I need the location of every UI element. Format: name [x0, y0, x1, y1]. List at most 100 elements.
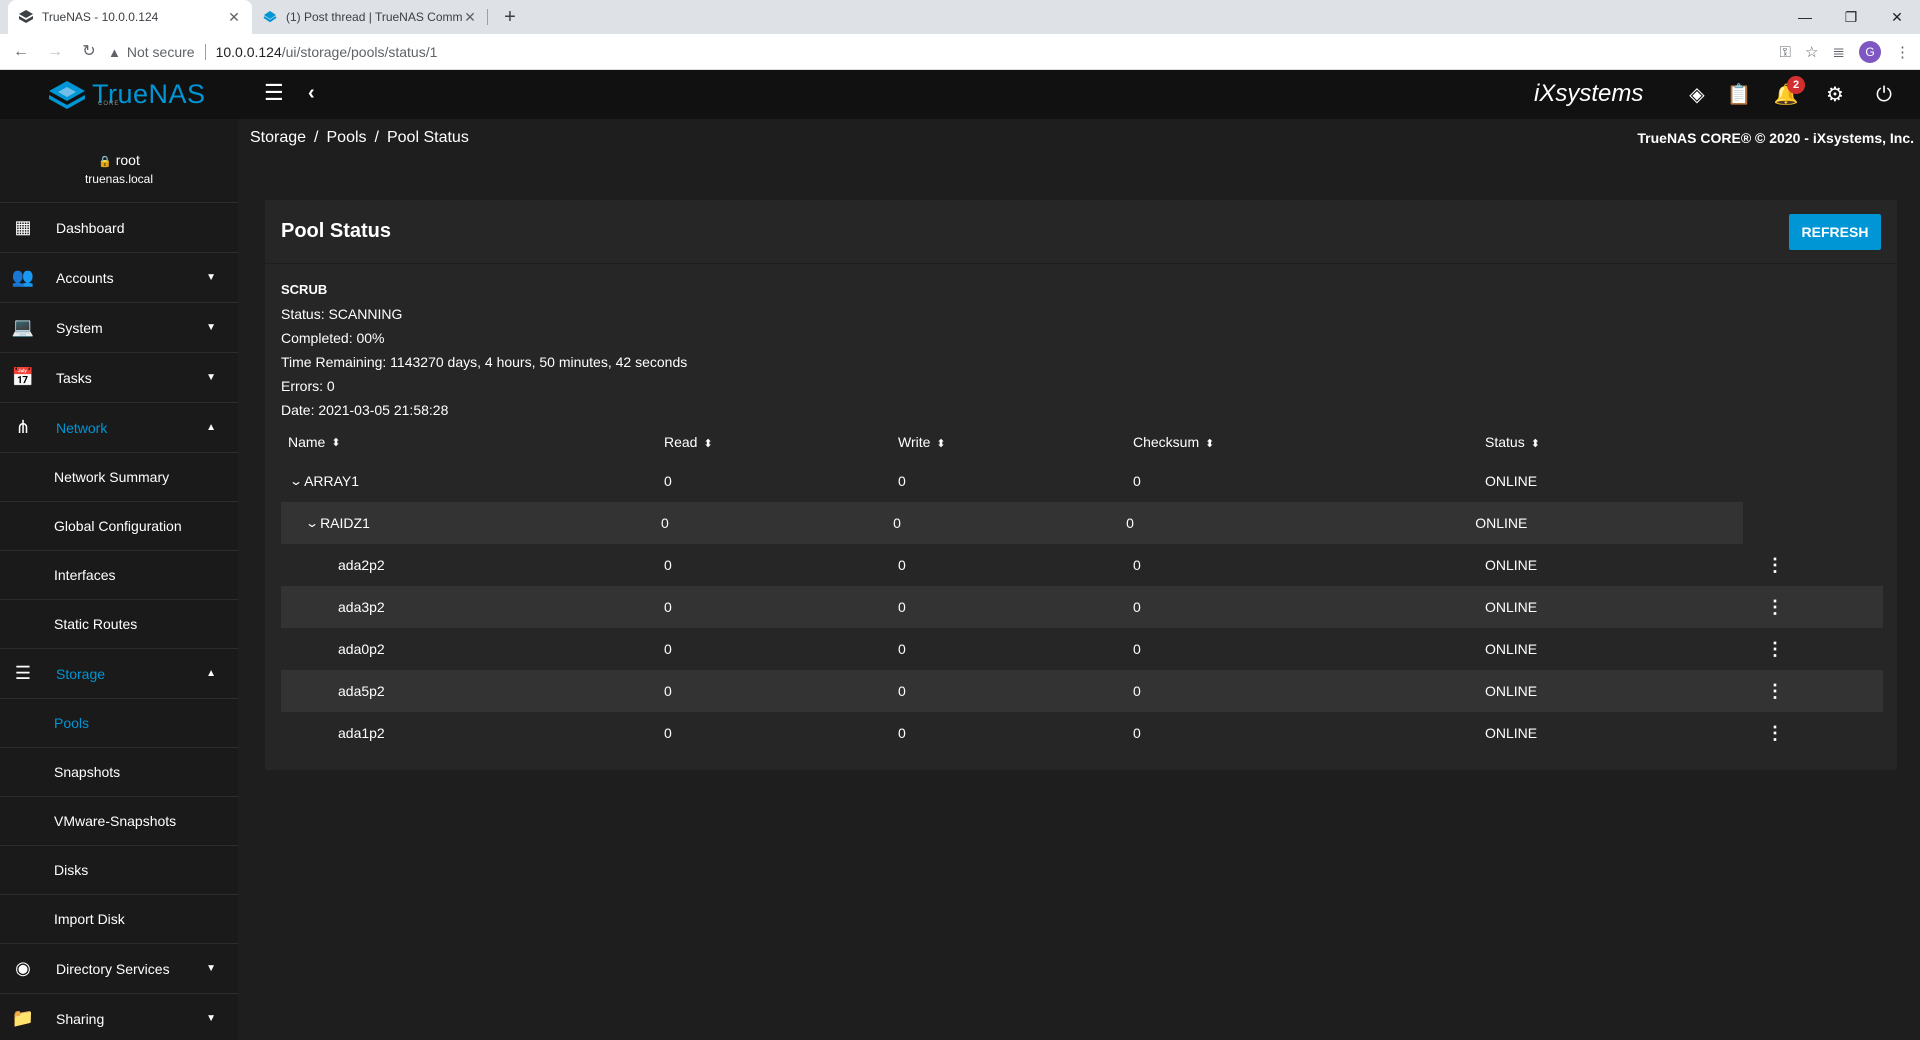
- more-menu-icon[interactable]: ⋮: [1895, 43, 1910, 61]
- row-status: ONLINE: [1485, 725, 1538, 741]
- directory-icon: ◉: [15, 958, 31, 978]
- chevron-down-icon[interactable]: ⌄: [289, 474, 303, 488]
- breadcrumb-separator: /: [314, 129, 319, 146]
- sidebar-item-accounts[interactable]: 👥 Accounts ▼: [0, 253, 238, 303]
- table-row[interactable]: ada3p2 0 0 0 ONLINE ⋮: [281, 586, 1883, 628]
- breadcrumb-pools[interactable]: Pools: [327, 129, 367, 146]
- chevron-down-icon[interactable]: ⌄: [305, 516, 319, 530]
- settings-gear-icon[interactable]: ⚙: [1822, 82, 1848, 108]
- sidebar-item-storage[interactable]: ☰ Storage ▲: [0, 649, 238, 699]
- back-arrow-icon[interactable]: ←: [8, 39, 34, 65]
- minimize-icon[interactable]: —: [1782, 0, 1828, 34]
- row-name: ⌄ ARRAY1: [281, 473, 664, 489]
- sort-icon: ⬍: [331, 436, 341, 449]
- power-icon[interactable]: ⏻: [1871, 82, 1897, 108]
- more-vert-icon[interactable]: ⋮: [1755, 723, 1795, 744]
- close-tab-icon[interactable]: ✕: [462, 9, 478, 26]
- row-name: ada0p2: [338, 641, 385, 657]
- bell-icon[interactable]: 🔔 2: [1773, 76, 1805, 108]
- sidebar-item-network[interactable]: ⋔ Network ▲: [0, 403, 238, 453]
- reload-icon[interactable]: ↻: [76, 39, 102, 65]
- close-window-icon[interactable]: ✕: [1874, 0, 1920, 34]
- table-row[interactable]: ⌄ ARRAY1 0 0 0 ONLINE: [281, 460, 1883, 502]
- sidebar-subitem-global-configuration[interactable]: Global Configuration: [0, 502, 238, 551]
- browser-tab-truenas[interactable]: TrueNAS - 10.0.0.124 ✕: [8, 0, 252, 34]
- tab-title: (1) Post thread | TrueNAS Comm: [286, 10, 462, 24]
- hamburger-menu-icon[interactable]: ☰: [264, 81, 288, 105]
- breadcrumb: Storage / Pools / Pool Status: [250, 129, 469, 147]
- hostname: truenas.local: [84, 172, 154, 186]
- column-header-status[interactable]: Status ⬍: [1485, 434, 1755, 450]
- calendar-icon: 📅: [11, 367, 35, 387]
- table-row[interactable]: ada2p2 0 0 0 ONLINE ⋮: [281, 544, 1883, 586]
- key-icon[interactable]: ⚿: [1780, 44, 1791, 61]
- sidebar-subitem-disks[interactable]: Disks: [0, 846, 238, 895]
- sidebar-item-tasks[interactable]: 📅 Tasks ▼: [0, 353, 238, 403]
- sidebar-item-sharing[interactable]: 📁 Sharing ▼: [0, 994, 238, 1040]
- truenas-logo[interactable]: TrueNAS: [48, 79, 206, 110]
- network-icon: ⋔: [15, 417, 31, 437]
- username: root: [115, 152, 140, 168]
- sidebar-subitem-interfaces[interactable]: Interfaces: [0, 551, 238, 600]
- sidebar-subitem-import-disk[interactable]: Import Disk: [0, 895, 238, 944]
- row-write: 0: [898, 599, 906, 615]
- collapse-chevron-icon[interactable]: ‹: [308, 81, 332, 105]
- column-label: Name: [288, 434, 326, 450]
- new-tab-button[interactable]: +: [498, 5, 522, 29]
- forward-arrow-icon[interactable]: →: [42, 39, 68, 65]
- brand-edition: CORE: [98, 101, 120, 107]
- profile-avatar[interactable]: G: [1859, 41, 1881, 63]
- row-name: ada2p2: [338, 557, 385, 573]
- column-header-read[interactable]: Read ⬍: [664, 434, 898, 450]
- row-name: ada1p2: [338, 725, 385, 741]
- url-text: 10.0.0.124/ui/storage/pools/status/1: [216, 44, 438, 60]
- browser-actions: ⚿ ☆ ≣ G ⋮: [1780, 34, 1910, 70]
- tab-title: TrueNAS - 10.0.0.124: [42, 10, 159, 24]
- sidebar-subitem-snapshots[interactable]: Snapshots: [0, 748, 238, 797]
- table-header: Name ⬍ Read ⬍ Write ⬍ Checksum ⬍ Status ⬍: [281, 424, 1883, 460]
- sidebar: 🔒 root truenas.local ▦ Dashboard 👥 Accou…: [0, 119, 238, 1040]
- breadcrumb-separator: /: [374, 129, 379, 146]
- row-status: ONLINE: [1485, 683, 1538, 699]
- clipboard-icon[interactable]: 📋: [1726, 82, 1752, 108]
- breadcrumb-storage[interactable]: Storage: [250, 129, 306, 146]
- table-row[interactable]: ada5p2 0 0 0 ONLINE ⋮: [281, 670, 1883, 712]
- table-row[interactable]: ada0p2 0 0 0 ONLINE ⋮: [281, 628, 1883, 670]
- restore-icon[interactable]: ❐: [1828, 0, 1874, 34]
- caret-up-icon: ▲: [206, 422, 216, 433]
- close-tab-icon[interactable]: ✕: [226, 9, 242, 26]
- refresh-button[interactable]: REFRESH: [1789, 213, 1881, 250]
- sidebar-subitem-pools[interactable]: Pools: [0, 699, 238, 748]
- column-header-checksum[interactable]: Checksum ⬍: [1133, 434, 1485, 450]
- more-vert-icon[interactable]: ⋮: [1755, 681, 1795, 702]
- main-content: Storage / Pools / Pool Status TrueNAS CORE® …: [238, 119, 1920, 1040]
- sidebar-subitem-vmware-snapshots[interactable]: VMware-Snapshots: [0, 797, 238, 846]
- ixsystems-logo[interactable]: iXsystems: [1534, 80, 1643, 108]
- security-label: Not secure: [126, 44, 195, 60]
- sidebar-subitem-network-summary[interactable]: Network Summary: [0, 453, 238, 502]
- community-favicon: [263, 11, 277, 23]
- sidebar-item-dashboard[interactable]: ▦ Dashboard: [0, 203, 238, 253]
- more-vert-icon[interactable]: ⋮: [1755, 555, 1795, 576]
- scrub-status: Status: SCANNING: [281, 306, 403, 322]
- sidebar-item-system[interactable]: 💻 System ▼: [0, 303, 238, 353]
- address-bar[interactable]: ▲ Not secure 10.0.0.124/ui/storage/pools…: [108, 38, 1768, 66]
- row-name-text: ARRAY1: [304, 473, 360, 489]
- sidebar-item-directory-services[interactable]: ◉ Directory Services ▼: [0, 944, 238, 994]
- column-header-write[interactable]: Write ⬍: [898, 434, 1133, 450]
- more-vert-icon[interactable]: ⋮: [1755, 597, 1795, 618]
- row-read: 0: [661, 515, 669, 531]
- star-icon[interactable]: ☆: [1805, 43, 1818, 61]
- reading-list-icon[interactable]: ≣: [1832, 43, 1845, 61]
- table-row[interactable]: ada1p2 0 0 0 ONLINE ⋮: [281, 712, 1883, 754]
- sidebar-subitem-static-routes[interactable]: Static Routes: [0, 600, 238, 649]
- browser-tab-community[interactable]: (1) Post thread | TrueNAS Comm ✕: [252, 0, 488, 34]
- truenas-favicon: [19, 10, 33, 23]
- column-header-name[interactable]: Name ⬍: [281, 434, 664, 450]
- truecommand-icon[interactable]: ◈: [1684, 82, 1710, 108]
- row-read: 0: [664, 473, 672, 489]
- warning-icon: ▲: [108, 44, 121, 60]
- row-read: 0: [664, 725, 672, 741]
- table-row[interactable]: ⌄ RAIDZ1 0 0 0 ONLINE: [281, 502, 1743, 544]
- more-vert-icon[interactable]: ⋮: [1755, 639, 1795, 660]
